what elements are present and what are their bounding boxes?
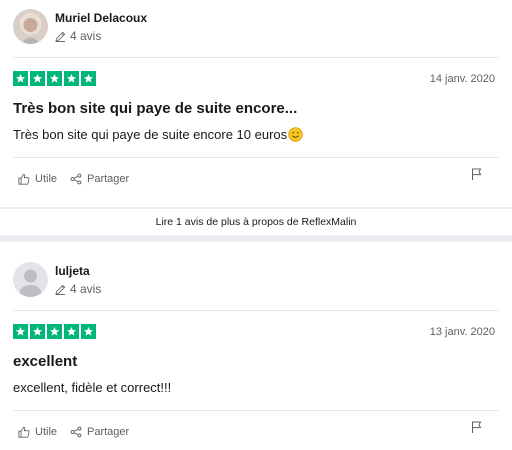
star-rating (13, 324, 96, 339)
pencil-icon (55, 284, 66, 295)
star-icon (64, 71, 79, 86)
share-icon (70, 173, 82, 185)
flag-icon[interactable] (471, 168, 482, 180)
star-icon (13, 71, 28, 86)
share-label: Partager (87, 426, 130, 438)
section-separator (0, 235, 512, 242)
divider (13, 157, 499, 158)
star-icon (81, 324, 96, 339)
thumbs-up-icon (18, 426, 30, 438)
review-date: 14 janv. 2020 (429, 73, 495, 85)
review-count-label: 4 avis (70, 29, 102, 43)
share-label: Partager (87, 173, 130, 185)
star-icon (47, 324, 62, 339)
star-icon (13, 324, 28, 339)
more-reviews-link[interactable]: Lire 1 avis de plus à propos de ReflexMa… (156, 216, 357, 228)
more-reviews-bar: Lire 1 avis de plus à propos de ReflexMa… (0, 207, 512, 235)
share-icon (70, 426, 82, 438)
star-icon (30, 324, 45, 339)
review-card: luljeta 4 avis 13 janv. 2020 excellent e… (0, 242, 512, 450)
review-title[interactable]: excellent (13, 353, 77, 370)
useful-button[interactable]: Utile (18, 173, 57, 185)
author-name[interactable]: Muriel Delacoux (55, 11, 147, 25)
avatar[interactable] (13, 262, 48, 297)
thumbs-up-icon (18, 173, 30, 185)
star-icon (47, 71, 62, 86)
divider (13, 57, 499, 58)
share-button[interactable]: Partager (70, 173, 129, 185)
star-icon (81, 71, 96, 86)
flag-icon[interactable] (471, 421, 482, 433)
review-body-text: excellent, fidèle et correct!!! (13, 380, 172, 395)
review-count-label: 4 avis (70, 282, 102, 296)
pencil-icon (55, 31, 66, 42)
author-name[interactable]: luljeta (55, 264, 90, 278)
review-card: Muriel Delacoux 4 avis 14 janv. 2020 Trè… (0, 0, 512, 205)
review-body: Très bon site qui paye de suite encore 1… (13, 127, 303, 142)
divider (13, 310, 499, 311)
star-rating (13, 71, 96, 86)
review-body: excellent, fidèle et correct!!! (13, 380, 171, 395)
useful-label: Utile (35, 426, 58, 438)
useful-label: Utile (35, 173, 58, 185)
avatar[interactable] (13, 9, 48, 44)
share-button[interactable]: Partager (70, 426, 129, 438)
divider (13, 410, 499, 411)
review-count: 4 avis (55, 282, 101, 296)
star-icon (30, 71, 45, 86)
review-title[interactable]: Très bon site qui paye de suite encore..… (13, 100, 297, 117)
review-date: 13 janv. 2020 (429, 326, 495, 338)
useful-button[interactable]: Utile (18, 426, 57, 438)
review-body-text: Très bon site qui paye de suite encore 1… (13, 127, 288, 142)
star-icon (64, 324, 79, 339)
review-count: 4 avis (55, 29, 101, 43)
smiling-face-icon (288, 127, 303, 142)
